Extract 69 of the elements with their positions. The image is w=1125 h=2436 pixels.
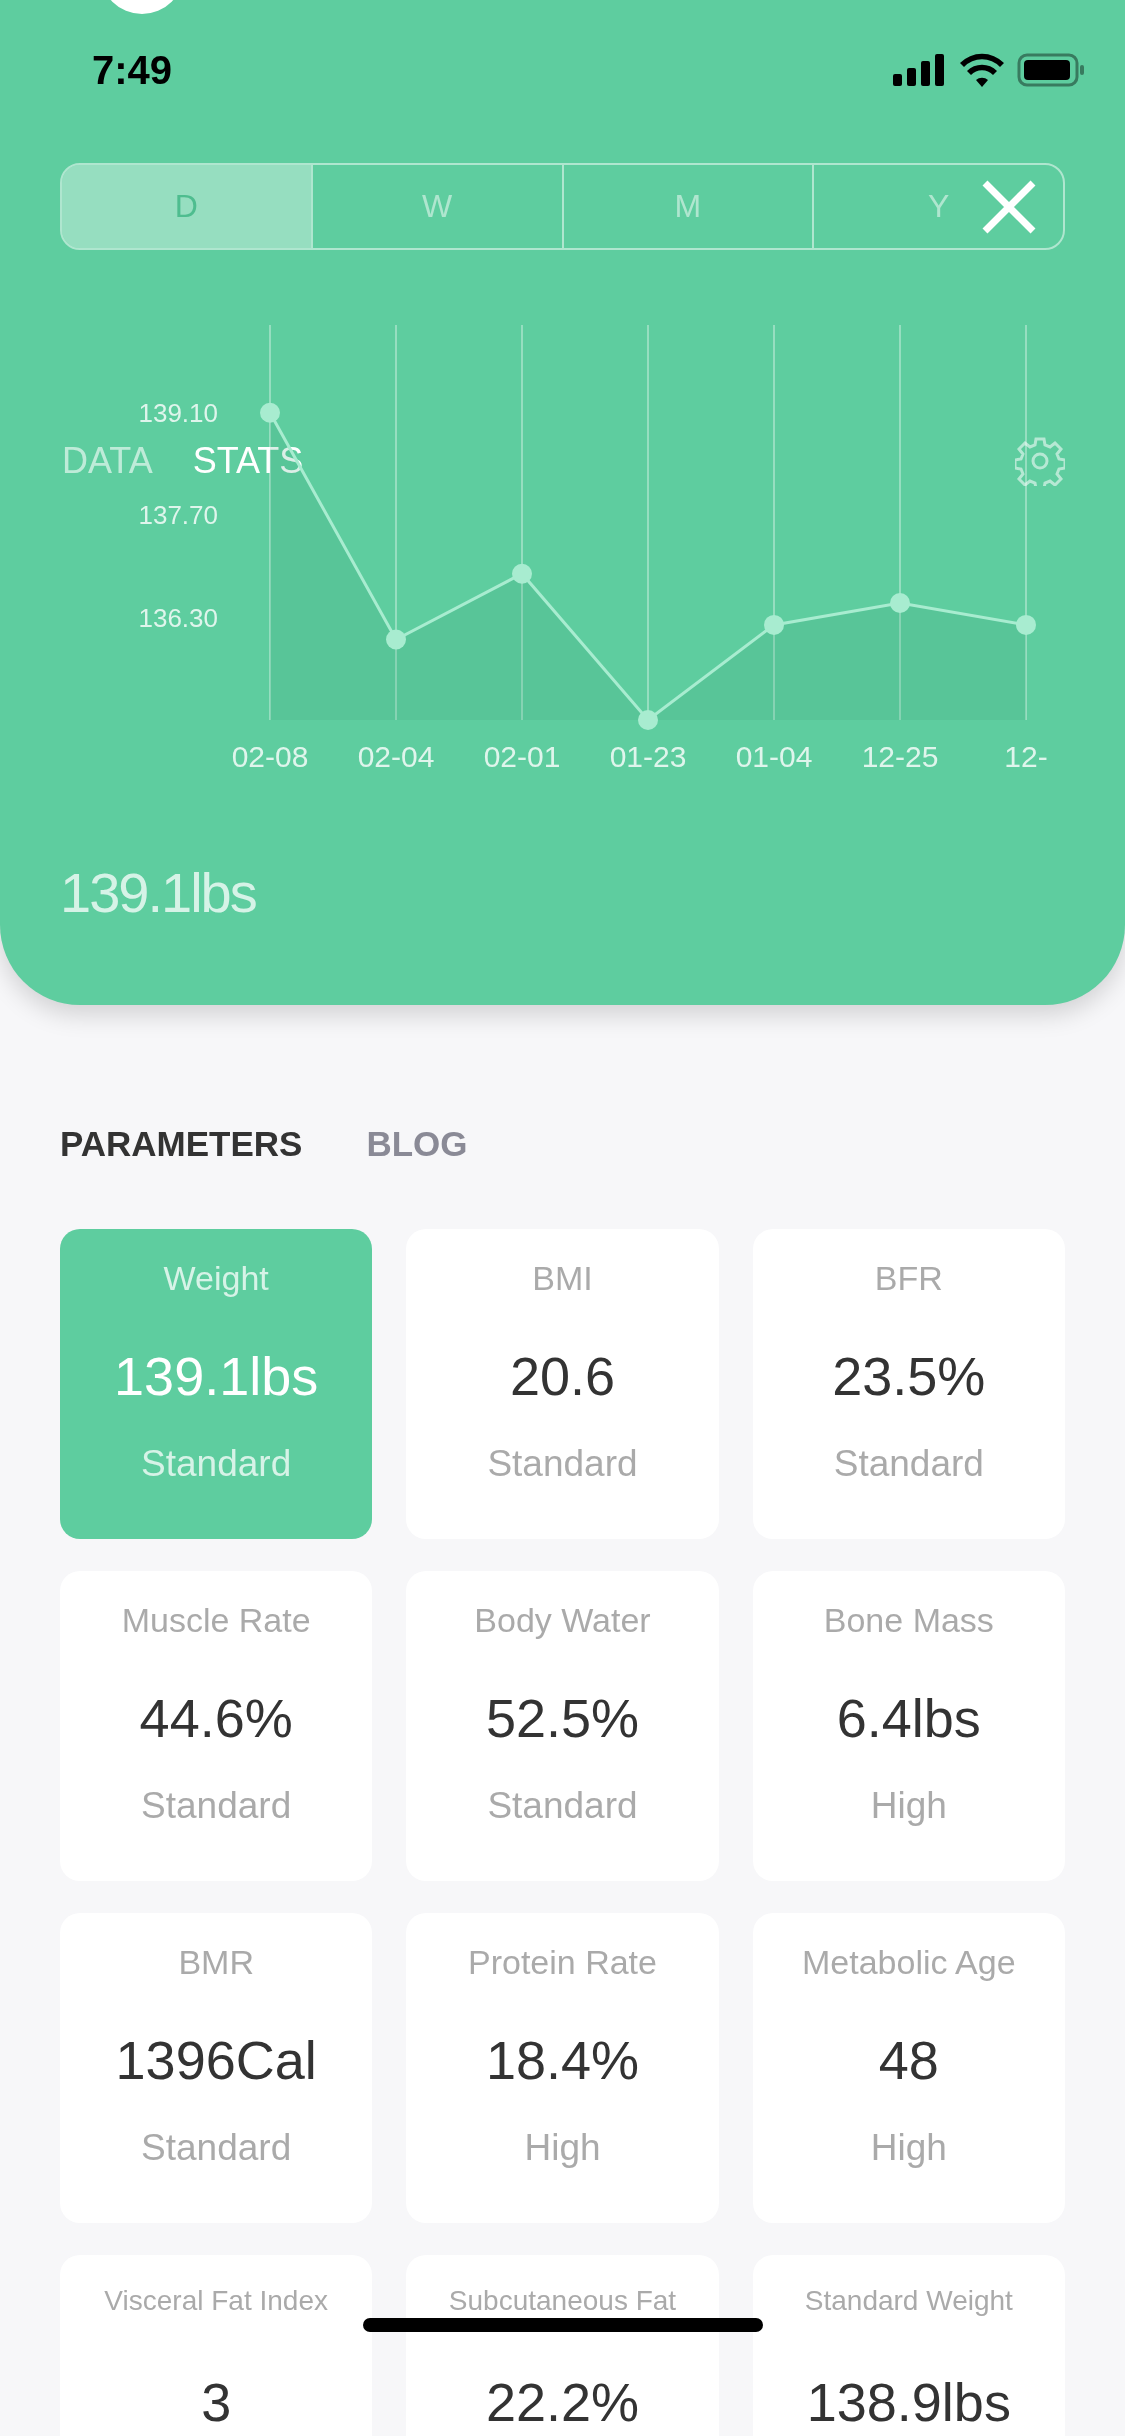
x-axis-label: 02-08 — [231, 740, 309, 773]
metric-status: Standard — [141, 1785, 292, 1827]
metric-value: 138.9lbs — [806, 2371, 1011, 2433]
metric-title: BFR — [874, 1259, 943, 1299]
metric-value: 1396Cal — [115, 2029, 317, 2091]
metric-status: Standard — [833, 1443, 984, 1485]
metric-status: Standard — [487, 1785, 638, 1827]
metric-title: Metabolic Age — [802, 1943, 1016, 1983]
metric-value: 23.5% — [832, 1345, 986, 1407]
metric-value: 6.4lbs — [836, 1687, 981, 1749]
metric-status: Standard — [487, 1443, 638, 1485]
status-time: 7:49 — [92, 47, 173, 93]
metric-card[interactable]: BMR 1396Cal Standard — [60, 1913, 373, 2223]
metric-status: High — [870, 2127, 947, 2169]
metric-title: Muscle Rate — [121, 1601, 311, 1641]
metric-title: BMI — [532, 1259, 593, 1299]
metric-value: 139.1lbs — [114, 1345, 319, 1407]
metric-value: 20.6 — [509, 1345, 616, 1407]
metric-card[interactable]: Visceral Fat Index 3 — [60, 2255, 373, 2436]
data-point — [386, 629, 406, 650]
x-axis-label: 02-04 — [357, 740, 435, 773]
metric-value: 18.4% — [485, 2029, 640, 2091]
battery-icon — [1017, 53, 1085, 87]
metric-card[interactable]: BFR 23.5% Standard — [752, 1229, 1065, 1539]
x-axis-label: 01-04 — [735, 740, 813, 773]
metric-status: Standard — [141, 2127, 292, 2169]
metric-status: High — [524, 2127, 601, 2169]
metric-status: High — [870, 1785, 947, 1827]
metric-card[interactable]: Metabolic Age 48 High — [752, 1913, 1065, 2223]
metric-value: 48 — [878, 2029, 939, 2091]
x-axis-label: 02-01 — [483, 740, 561, 773]
metric-value: 22.2% — [485, 2371, 640, 2433]
metric-card[interactable]: Muscle Rate 44.6% Standard — [60, 1571, 373, 1881]
metric-title: BMR — [178, 1943, 254, 1983]
metric-title: Weight — [163, 1259, 269, 1299]
weight-reading: 139.1lbs — [60, 860, 256, 925]
data-point — [890, 592, 910, 613]
data-point — [512, 563, 532, 584]
settings-icon[interactable] — [1015, 436, 1065, 486]
metric-status: Standard — [141, 1443, 292, 1485]
close-icon[interactable] — [981, 179, 1037, 235]
x-axis-label: 01-23 — [609, 740, 687, 773]
metric-title: Body Water — [474, 1601, 651, 1641]
section-tab[interactable]: PARAMETERS — [60, 1124, 303, 1164]
wifi-icon — [959, 53, 1005, 87]
data-point — [260, 402, 280, 423]
metric-title: Protein Rate — [468, 1943, 657, 1983]
metric-value: 44.6% — [139, 1687, 293, 1749]
x-axis-label: 12- — [1004, 740, 1048, 773]
y-axis-label: 139.10 — [138, 397, 218, 428]
y-axis-label: 137.70 — [138, 500, 218, 531]
y-axis-label: 136.30 — [138, 602, 218, 633]
metric-value: 52.5% — [485, 1687, 640, 1749]
metric-title: Bone Mass — [823, 1601, 994, 1641]
metric-card[interactable]: Bone Mass 6.4lbs High — [752, 1571, 1065, 1881]
metric-title: Standard Weight — [804, 2285, 1013, 2318]
metric-card[interactable]: BMI 20.6 Standard — [406, 1229, 719, 1539]
metric-title: Subcutaneous Fat — [448, 2285, 677, 2318]
metric-value: 3 — [201, 2371, 232, 2433]
data-point — [764, 614, 784, 635]
metric-card[interactable]: Protein Rate 18.4% High — [406, 1913, 719, 2223]
metric-card[interactable]: Subcutaneous Fat 22.2% — [406, 2255, 719, 2436]
signal-icon — [893, 54, 947, 86]
metric-title: Visceral Fat Index — [104, 2285, 328, 2318]
metric-card[interactable]: Body Water 52.5% Standard — [406, 1571, 719, 1881]
data-point — [1016, 614, 1036, 635]
data-point — [638, 710, 658, 730]
x-axis-label: 12-25 — [861, 740, 939, 773]
metric-card[interactable]: Standard Weight 138.9lbs — [752, 2255, 1065, 2436]
